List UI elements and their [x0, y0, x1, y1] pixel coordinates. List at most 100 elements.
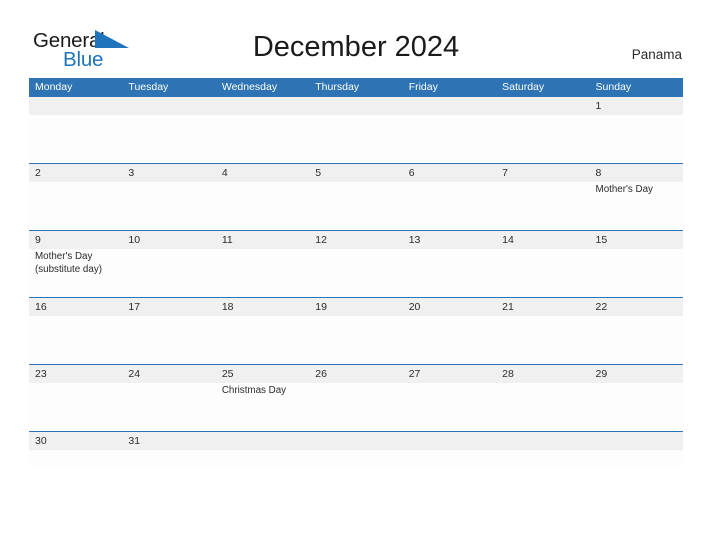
weekday-header-wednesday: Wednesday	[221, 81, 278, 93]
day-number[interactable]	[496, 432, 589, 450]
day-events[interactable]	[309, 383, 402, 430]
day-number[interactable]: 27	[403, 365, 496, 383]
day-events[interactable]	[590, 383, 683, 430]
day-number[interactable]: 2	[29, 164, 122, 182]
day-number[interactable]: 20	[403, 298, 496, 316]
day-number[interactable]: 17	[122, 298, 215, 316]
day-events[interactable]	[29, 316, 122, 363]
day-events[interactable]	[403, 316, 496, 363]
day-number[interactable]: 3	[122, 164, 215, 182]
country-label: Panama	[631, 47, 682, 62]
day-number[interactable]: 4	[216, 164, 309, 182]
week-events-band	[29, 316, 683, 363]
day-events[interactable]	[403, 115, 496, 162]
day-events[interactable]	[29, 383, 122, 430]
day-events[interactable]	[29, 115, 122, 162]
week-events-band: Mother's Day	[29, 182, 683, 229]
day-number[interactable]: 8	[590, 164, 683, 182]
day-events[interactable]	[122, 383, 215, 430]
day-number[interactable]: 25	[216, 365, 309, 383]
day-events[interactable]	[216, 450, 309, 466]
day-events[interactable]	[590, 249, 683, 296]
day-events[interactable]	[29, 182, 122, 229]
day-number[interactable]: 26	[309, 365, 402, 383]
day-number[interactable]	[216, 97, 309, 115]
day-events[interactable]: Mother's Day (substitute day)	[29, 249, 122, 296]
day-number[interactable]: 6	[403, 164, 496, 182]
day-number[interactable]: 28	[496, 365, 589, 383]
day-events[interactable]	[216, 249, 309, 296]
day-number[interactable]	[309, 97, 402, 115]
day-number[interactable]	[309, 432, 402, 450]
event-label: Mother's Day	[35, 251, 93, 262]
day-number[interactable]: 29	[590, 365, 683, 383]
day-events[interactable]	[216, 115, 309, 162]
calendar-grid: Monday Tuesday Wednesday Thursday Friday…	[29, 78, 683, 467]
day-events[interactable]	[496, 316, 589, 363]
day-number[interactable]: 7	[496, 164, 589, 182]
day-events[interactable]: Mother's Day	[590, 182, 683, 229]
weekday-header-row: Monday Tuesday Wednesday Thursday Friday…	[29, 78, 683, 96]
day-number[interactable]: 18	[216, 298, 309, 316]
day-number[interactable]: 1	[590, 97, 683, 115]
day-number[interactable]	[216, 432, 309, 450]
day-events[interactable]	[309, 249, 402, 296]
day-events[interactable]	[590, 316, 683, 363]
day-number[interactable]: 23	[29, 365, 122, 383]
day-events[interactable]	[496, 450, 589, 466]
day-number[interactable]: 10	[122, 231, 215, 249]
day-events[interactable]	[496, 249, 589, 296]
day-events[interactable]	[122, 316, 215, 363]
day-number[interactable]: 22	[590, 298, 683, 316]
day-events[interactable]	[590, 450, 683, 466]
day-number[interactable]: 21	[496, 298, 589, 316]
day-events[interactable]	[403, 450, 496, 466]
day-number[interactable]	[29, 97, 122, 115]
day-number[interactable]: 30	[29, 432, 122, 450]
day-events[interactable]	[590, 115, 683, 162]
day-events[interactable]	[496, 182, 589, 229]
day-number[interactable]: 14	[496, 231, 589, 249]
day-number[interactable]: 9	[29, 231, 122, 249]
day-events[interactable]	[216, 182, 309, 229]
day-number[interactable]: 5	[309, 164, 402, 182]
day-number[interactable]: 31	[122, 432, 215, 450]
day-events[interactable]	[216, 316, 309, 363]
day-number[interactable]	[496, 97, 589, 115]
week-date-number-band: 23 24 25 26 27 28 29	[29, 364, 683, 383]
day-events[interactable]	[496, 115, 589, 162]
day-events[interactable]	[309, 182, 402, 229]
day-events[interactable]	[122, 450, 215, 466]
day-number[interactable]	[122, 97, 215, 115]
week-date-number-band: 16 17 18 19 20 21 22	[29, 297, 683, 316]
week-events-band	[29, 115, 683, 162]
day-events[interactable]	[403, 249, 496, 296]
day-events[interactable]	[403, 383, 496, 430]
day-events[interactable]	[29, 450, 122, 466]
day-number[interactable]: 13	[403, 231, 496, 249]
weekday-header-sunday: Sunday	[595, 81, 632, 93]
day-events[interactable]: Christmas Day	[216, 383, 309, 430]
day-number[interactable]: 19	[309, 298, 402, 316]
day-events[interactable]	[403, 182, 496, 229]
day-number[interactable]	[403, 97, 496, 115]
day-events[interactable]	[122, 182, 215, 229]
day-events[interactable]	[122, 249, 215, 296]
day-number[interactable]: 16	[29, 298, 122, 316]
day-events[interactable]	[122, 115, 215, 162]
day-events[interactable]	[309, 450, 402, 466]
calendar-week-row: 30 31	[29, 431, 683, 467]
day-number[interactable]	[403, 432, 496, 450]
day-number[interactable]: 11	[216, 231, 309, 249]
weekday-header-monday: Monday	[35, 81, 73, 93]
day-events[interactable]	[309, 115, 402, 162]
day-number[interactable]: 12	[309, 231, 402, 249]
day-events[interactable]	[309, 316, 402, 363]
calendar-week-row: 23 24 25 26 27 28 29 Christmas Day	[29, 364, 683, 431]
week-date-number-band: 1	[29, 96, 683, 115]
day-number[interactable]	[590, 432, 683, 450]
day-events[interactable]	[496, 383, 589, 430]
day-number[interactable]: 15	[590, 231, 683, 249]
day-number[interactable]: 24	[122, 365, 215, 383]
weekday-header-saturday: Saturday	[502, 81, 545, 93]
